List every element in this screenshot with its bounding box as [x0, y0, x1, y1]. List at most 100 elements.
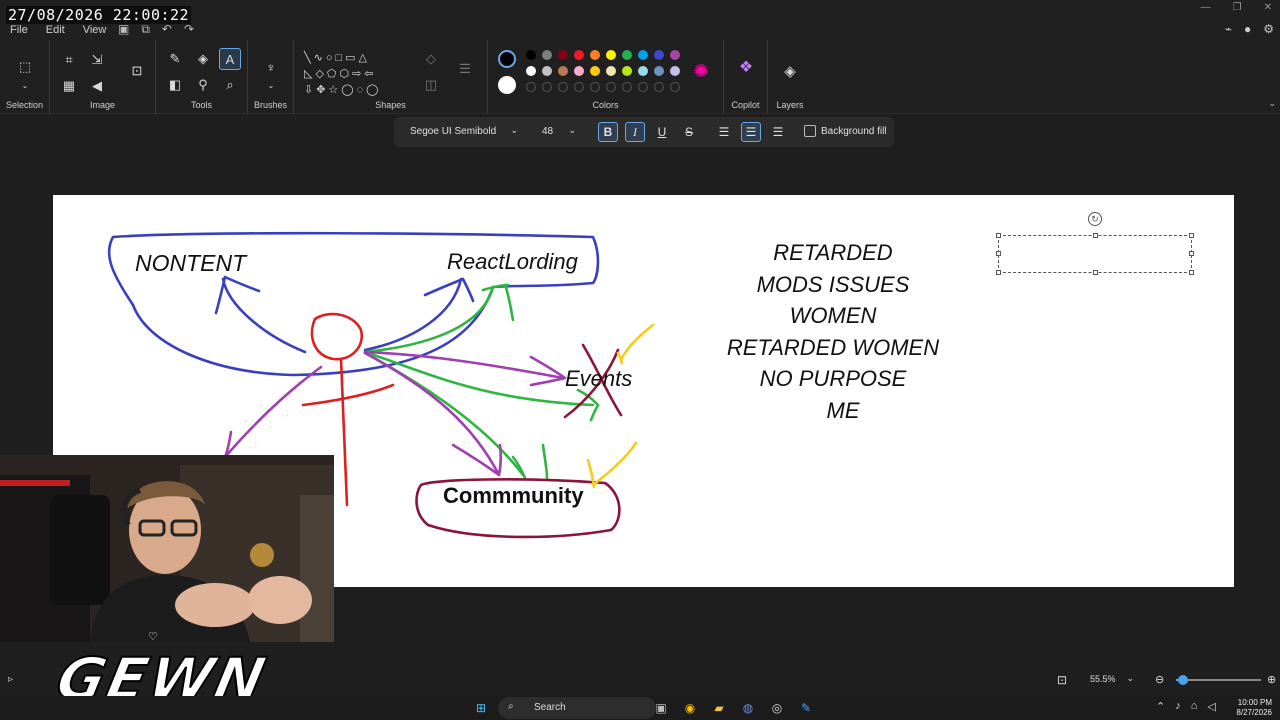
background-fill-checkbox[interactable] — [804, 125, 816, 137]
color-swatch[interactable] — [574, 50, 584, 60]
shapes-gallery-icon[interactable]: ╲∿○□▭△ ◺◇⬠⬡⇨⇦ ⇩✥☆◯◌◯ — [304, 50, 381, 98]
align-center-icon[interactable]: ☰ — [741, 122, 761, 142]
italic-button[interactable]: I — [625, 122, 645, 142]
chevron-up-icon[interactable]: ⌃ — [1156, 700, 1165, 713]
zoom-slider[interactable] — [1176, 675, 1261, 685]
copilot-icon[interactable]: ❖ — [735, 56, 757, 78]
magnifier-icon[interactable]: ⌕ — [219, 74, 241, 96]
color-swatch[interactable] — [654, 66, 664, 76]
maximize-icon[interactable]: ❐ — [1233, 2, 1242, 13]
microphone-icon[interactable]: ♪ — [1175, 700, 1181, 713]
color-swatch[interactable] — [606, 50, 616, 60]
resize-icon[interactable]: ⇲ — [86, 49, 108, 71]
color-swatch[interactable] — [542, 66, 552, 76]
color-swatch[interactable] — [670, 50, 680, 60]
task-view-icon[interactable]: ▣ — [652, 699, 670, 717]
color-swatch[interactable] — [638, 50, 648, 60]
align-left-icon[interactable]: ☰ — [714, 122, 734, 142]
custom-color-slot[interactable] — [606, 82, 616, 92]
zoom-in-icon[interactable]: ⊕ — [1267, 673, 1276, 686]
image-picture-icon[interactable]: ⊡ — [126, 60, 148, 82]
color-swatch[interactable] — [542, 50, 552, 60]
menu-edit[interactable]: Edit — [46, 24, 65, 36]
font-size-select[interactable]: 48 ⌄ — [536, 122, 580, 142]
windows-start-icon[interactable]: ⊞ — [472, 699, 490, 717]
menu-view[interactable]: View — [83, 24, 107, 36]
color-swatch[interactable] — [590, 50, 600, 60]
color-swatch[interactable] — [574, 66, 584, 76]
resize-handle[interactable] — [1189, 251, 1194, 256]
share-feedback-icon[interactable]: ⌁ — [1225, 22, 1232, 36]
color-picker-icon[interactable]: ⚲ — [192, 74, 214, 96]
undo-icon[interactable]: ↶ — [162, 22, 172, 37]
minimize-icon[interactable]: — — [1201, 2, 1211, 13]
color-swatch[interactable] — [670, 66, 680, 76]
obs-icon[interactable]: ◎ — [768, 699, 786, 717]
font-family-select[interactable]: Segoe UI Semibold ⌄ — [402, 122, 524, 142]
primary-color-swatch[interactable] — [498, 50, 516, 68]
crop-icon[interactable]: ⌗ — [58, 49, 80, 71]
color-swatch[interactable] — [654, 50, 664, 60]
size-icon[interactable]: ☰ — [454, 58, 476, 80]
chevron-down-icon[interactable]: ⌄ — [260, 74, 282, 96]
layers-icon[interactable]: ◈ — [779, 60, 801, 82]
color-swatch[interactable] — [526, 50, 536, 60]
chevron-down-icon[interactable]: ⌄ — [1268, 98, 1276, 109]
network-icon[interactable]: ⌂ — [1191, 700, 1198, 713]
custom-color-slot[interactable] — [670, 82, 680, 92]
save-icon[interactable]: ▣ — [118, 22, 129, 37]
resize-handle[interactable] — [996, 233, 1001, 238]
custom-color-slot[interactable] — [654, 82, 664, 92]
resize-handle[interactable] — [996, 270, 1001, 275]
zoom-select[interactable]: 55.5% ⌄ — [1086, 672, 1140, 688]
paint-app-icon[interactable]: ✎ — [797, 699, 815, 717]
taskbar-search[interactable]: ⌕ Search — [498, 697, 656, 719]
custom-color-slot[interactable] — [558, 82, 568, 92]
discord-icon[interactable]: ◍ — [739, 699, 757, 717]
color-swatch[interactable] — [590, 66, 600, 76]
resize-handle[interactable] — [1189, 233, 1194, 238]
rotate-icon[interactable]: ◀ — [86, 75, 108, 97]
share-icon[interactable]: ⧉ — [141, 22, 150, 37]
resize-handle[interactable] — [1093, 270, 1098, 275]
background-fill-toggle[interactable]: Background fill — [804, 125, 887, 137]
chevron-down-icon[interactable]: ⌄ — [14, 74, 36, 96]
rotate-handle-icon[interactable]: ↻ — [1088, 212, 1102, 226]
underline-button[interactable]: U — [652, 122, 672, 142]
resize-handle[interactable] — [996, 251, 1001, 256]
pencil-icon[interactable]: ✎ — [164, 48, 186, 70]
fit-to-window-icon[interactable]: ⊡ — [1057, 673, 1067, 687]
strikethrough-button[interactable]: S — [679, 122, 699, 142]
custom-color-slot[interactable] — [542, 82, 552, 92]
remove-background-icon[interactable]: ▦ — [58, 75, 80, 97]
text-tool-icon[interactable]: A — [219, 48, 241, 70]
custom-color-slot[interactable] — [638, 82, 648, 92]
zoom-out-icon[interactable]: ⊖ — [1155, 673, 1164, 686]
edit-colors-icon[interactable]: ✺ — [690, 60, 712, 82]
shape-fill-icon[interactable]: ◫ — [420, 74, 442, 96]
volume-icon[interactable]: ◁ — [1207, 700, 1215, 713]
secondary-color-swatch[interactable] — [498, 76, 516, 94]
menu-file[interactable]: File — [10, 24, 28, 36]
redo-icon[interactable]: ↷ — [184, 22, 194, 37]
text-selection-box[interactable] — [996, 233, 1194, 275]
color-swatch[interactable] — [558, 50, 568, 60]
file-explorer-icon[interactable]: ▰ — [710, 699, 728, 717]
close-icon[interactable]: ✕ — [1264, 2, 1272, 13]
fill-bucket-icon[interactable]: ◈ — [192, 48, 214, 70]
resize-handle[interactable] — [1189, 270, 1194, 275]
color-swatch[interactable] — [526, 66, 536, 76]
color-swatch[interactable] — [622, 66, 632, 76]
taskbar-clock[interactable]: 10:00 PM 8/27/2026 — [1236, 698, 1272, 718]
outline-icon[interactable]: ◇ — [420, 48, 442, 70]
custom-color-slot[interactable] — [622, 82, 632, 92]
color-swatch[interactable] — [622, 50, 632, 60]
custom-color-slot[interactable] — [574, 82, 584, 92]
align-right-icon[interactable]: ☰ — [768, 122, 788, 142]
custom-color-slot[interactable] — [590, 82, 600, 92]
color-swatch[interactable] — [558, 66, 568, 76]
zoom-slider-knob[interactable] — [1177, 675, 1188, 685]
account-icon[interactable]: ● — [1244, 22, 1251, 36]
bold-button[interactable]: B — [598, 122, 618, 142]
color-swatch[interactable] — [638, 66, 648, 76]
